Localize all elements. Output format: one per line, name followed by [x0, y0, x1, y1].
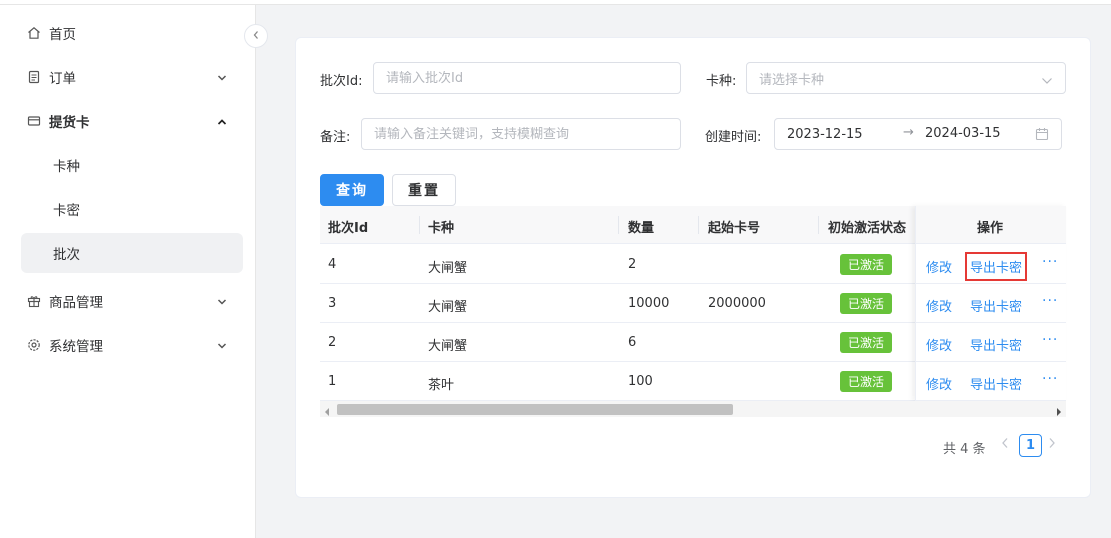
cell-quantity: 100	[628, 374, 653, 389]
edit-link[interactable]: 修改	[926, 257, 952, 276]
created-time-label: 创建时间:	[705, 130, 762, 145]
date-range-picker[interactable]: 2023-12-15 → 2024-03-15	[774, 118, 1062, 150]
chevron-down-icon	[217, 71, 227, 86]
cell-quantity: 6	[628, 335, 637, 350]
sidebar-item-label: 卡种	[53, 159, 80, 175]
column-divider	[618, 216, 619, 234]
card-type-label: 卡种:	[706, 74, 737, 89]
card-type-placeholder: 请选择卡种	[759, 72, 825, 88]
export-card-secret-link[interactable]: 导出卡密	[970, 335, 1022, 354]
remark-label: 备注:	[320, 130, 351, 145]
column-divider	[698, 216, 699, 234]
calendar-icon	[1035, 127, 1049, 145]
table-row: 3 大闸蟹 10000 2000000 已激活 修改 导出卡密 ···	[320, 284, 1066, 323]
cell-quantity: 2	[628, 257, 637, 272]
cell-card-type: 大闸蟹	[428, 261, 468, 276]
edit-link[interactable]: 修改	[926, 296, 952, 315]
table-header: 批次Id 卡种 数量 起始卡号 初始激活状态 操作	[320, 206, 1066, 244]
table-row: 1 茶叶 100 已激活 修改 导出卡密 ···	[320, 362, 1066, 401]
sidebar-item-batch[interactable]: 批次	[21, 233, 243, 273]
column-header-quantity: 数量	[628, 221, 655, 236]
page-number-button[interactable]: 1	[1019, 434, 1042, 457]
column-divider	[419, 216, 420, 234]
sidebar-item-label: 提货卡	[49, 115, 90, 131]
date-end[interactable]: 2024-03-15	[925, 126, 1001, 141]
chevron-down-icon	[217, 295, 227, 310]
search-button[interactable]: 查询	[320, 174, 384, 206]
reset-button[interactable]: 重置	[392, 174, 456, 206]
remark-input[interactable]	[361, 118, 681, 150]
edit-link[interactable]: 修改	[926, 374, 952, 393]
column-header-start-no: 起始卡号	[708, 221, 761, 236]
next-page-icon[interactable]	[1048, 437, 1056, 453]
sidebar-item-label: 系统管理	[49, 339, 103, 355]
batch-id-input[interactable]	[373, 62, 681, 94]
sidebar-item-label: 卡密	[53, 203, 80, 219]
cell-card-type: 大闸蟹	[428, 300, 468, 315]
export-card-secret-link[interactable]: 导出卡密	[964, 252, 1028, 281]
scroll-right-icon[interactable]	[1056, 405, 1062, 420]
table-row: 2 大闸蟹 6 已激活 修改 导出卡密 ···	[320, 323, 1066, 362]
chevron-down-icon	[1041, 74, 1053, 89]
home-icon	[26, 25, 42, 41]
card-icon	[26, 113, 42, 129]
sidebar-item-label: 首页	[49, 27, 76, 43]
export-card-secret-link[interactable]: 导出卡密	[970, 374, 1022, 393]
gift-icon	[26, 293, 42, 309]
sidebar-item-orders[interactable]: 订单	[21, 57, 243, 97]
cell-batch-id: 1	[328, 374, 337, 389]
date-start[interactable]: 2023-12-15	[787, 127, 863, 142]
cell-quantity: 10000	[628, 296, 670, 311]
sidebar-item-products[interactable]: 商品管理	[21, 281, 243, 321]
sidebar-item-card-secret[interactable]: 卡密	[21, 189, 243, 229]
sidebar-item-home[interactable]: 首页	[21, 13, 243, 53]
sidebar-item-pickup-card[interactable]: 提货卡	[21, 101, 243, 141]
prev-page-icon[interactable]	[1001, 437, 1009, 453]
status-badge: 已激活	[840, 254, 892, 275]
more-actions-icon[interactable]: ···	[1042, 371, 1058, 387]
scrollbar-thumb[interactable]	[337, 404, 733, 415]
sidebar: 首页 订单 提货卡 卡种 卡密 批次 商品管理 系统管理	[0, 5, 256, 538]
chevron-left-icon	[252, 29, 260, 44]
export-card-secret-link[interactable]: 导出卡密	[970, 296, 1022, 315]
sidebar-item-label: 商品管理	[49, 295, 103, 311]
more-actions-icon[interactable]: ···	[1042, 332, 1058, 348]
card-type-select[interactable]: 请选择卡种	[746, 62, 1066, 94]
table-row: 4 大闸蟹 2 已激活 修改 导出卡密 ···	[320, 245, 1066, 284]
order-icon	[26, 69, 42, 85]
column-header-actions: 操作	[977, 221, 1004, 236]
sidebar-collapse-button[interactable]	[244, 24, 268, 48]
sidebar-item-system[interactable]: 系统管理	[21, 325, 243, 365]
status-badge: 已激活	[840, 293, 892, 314]
scroll-left-icon[interactable]	[324, 405, 330, 420]
chevron-down-icon	[217, 339, 227, 354]
batch-id-field[interactable]	[386, 70, 680, 86]
cell-card-type: 大闸蟹	[428, 339, 468, 354]
cell-card-type: 茶叶	[428, 378, 455, 393]
edit-link[interactable]: 修改	[926, 335, 952, 354]
remark-field[interactable]	[374, 126, 680, 142]
more-actions-icon[interactable]: ···	[1042, 254, 1058, 270]
settings-icon	[26, 337, 42, 353]
cell-start-no: 2000000	[708, 296, 766, 311]
cell-batch-id: 2	[328, 335, 337, 350]
sidebar-item-label: 批次	[53, 247, 80, 263]
column-header-card-type: 卡种	[428, 221, 455, 236]
cell-batch-id: 4	[328, 257, 337, 272]
sidebar-item-label: 订单	[49, 71, 76, 87]
batch-id-label: 批次Id:	[320, 74, 363, 89]
status-badge: 已激活	[840, 332, 892, 353]
column-divider	[818, 216, 819, 234]
pagination-total: 共 4 条	[943, 442, 986, 457]
chevron-up-icon	[217, 115, 227, 130]
date-range-separator: →	[903, 125, 914, 140]
status-badge: 已激活	[840, 371, 892, 392]
horizontal-scrollbar[interactable]	[320, 401, 1066, 417]
sidebar-item-card-type[interactable]: 卡种	[21, 145, 243, 185]
cell-batch-id: 3	[328, 296, 337, 311]
more-actions-icon[interactable]: ···	[1042, 293, 1058, 309]
column-header-status: 初始激活状态	[828, 221, 907, 236]
column-header-batch-id: 批次Id	[328, 221, 369, 236]
